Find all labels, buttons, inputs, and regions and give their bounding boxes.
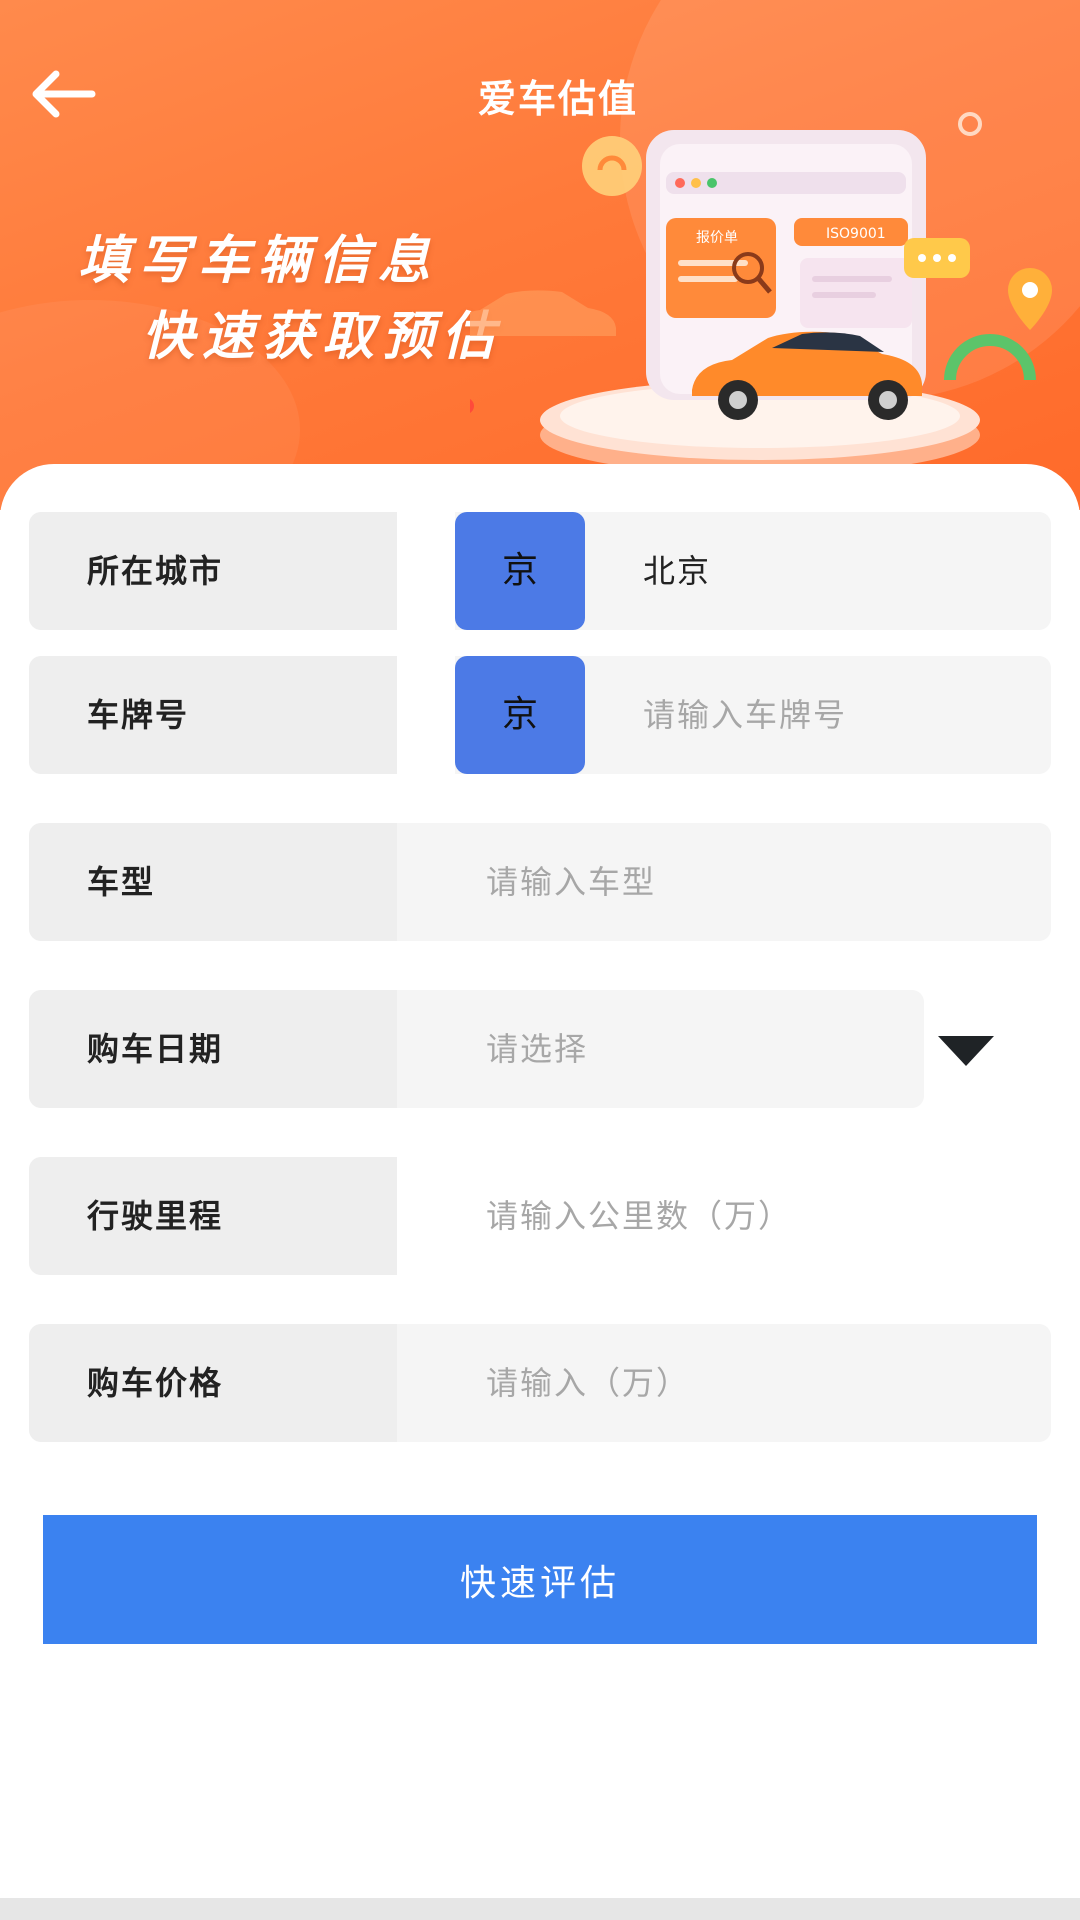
city-field[interactable]: 京 北京 bbox=[397, 512, 1051, 630]
banner-slogan-line1: 填写车辆信息 bbox=[78, 231, 439, 291]
plate-field[interactable]: 京 请输入车牌号 bbox=[397, 656, 1051, 774]
model-label: 车型 bbox=[29, 823, 397, 941]
plate-row[interactable]: 车牌号 京 请输入车牌号 bbox=[29, 656, 1051, 774]
mileage-row[interactable]: 行驶里程 请输入公里数（万） bbox=[29, 1157, 1051, 1275]
mileage-input[interactable]: 请输入公里数（万） bbox=[486, 1157, 792, 1275]
field-gap bbox=[397, 656, 455, 774]
price-input[interactable]: 请输入（万） bbox=[486, 1324, 690, 1442]
car-valuation-illustration: 报价单 ISO9001 bbox=[470, 112, 1052, 475]
purchase-date-row[interactable]: 购车日期 请选择 bbox=[29, 990, 924, 1108]
iso-badge-text: ISO9001 bbox=[826, 226, 886, 242]
purchase-date-dropdown[interactable] bbox=[938, 1036, 994, 1066]
field-gap bbox=[397, 512, 455, 630]
model-row[interactable]: 车型 请输入车型 bbox=[29, 823, 1051, 941]
header-banner: 爱车估值 填写车辆信息 快速获取预估 报价单 ISO9001 bbox=[0, 0, 1080, 510]
mileage-label: 行驶里程 bbox=[29, 1157, 397, 1275]
banner-slogan-line2: 快速获取预估 bbox=[142, 307, 503, 367]
city-value: 北京 bbox=[643, 552, 712, 590]
plate-prefix-badge[interactable]: 京 bbox=[455, 656, 585, 774]
mileage-field[interactable]: 请输入公里数（万） bbox=[397, 1157, 1051, 1275]
price-field[interactable]: 请输入（万） bbox=[397, 1324, 1051, 1442]
city-label: 所在城市 bbox=[29, 512, 397, 630]
purchase-date-field[interactable]: 请选择 bbox=[397, 990, 924, 1108]
triangle-down-icon bbox=[938, 1036, 994, 1066]
plate-input[interactable]: 请输入车牌号 bbox=[643, 656, 847, 774]
purchase-date-label: 购车日期 bbox=[29, 990, 397, 1108]
model-input[interactable]: 请输入车型 bbox=[486, 823, 656, 941]
purchase-date-select[interactable]: 请选择 bbox=[486, 990, 588, 1108]
model-field[interactable]: 请输入车型 bbox=[397, 823, 1051, 941]
quick-evaluate-button[interactable]: 快速评估 bbox=[43, 1515, 1037, 1644]
city-prefix-badge[interactable]: 京 bbox=[455, 512, 585, 630]
price-label: 购车价格 bbox=[29, 1324, 397, 1442]
quote-card-title: 报价单 bbox=[696, 230, 738, 246]
bottom-bar bbox=[0, 1898, 1080, 1920]
price-row[interactable]: 购车价格 请输入（万） bbox=[29, 1324, 1051, 1442]
plate-label: 车牌号 bbox=[29, 656, 397, 774]
city-row[interactable]: 所在城市 京 北京 bbox=[29, 512, 1051, 630]
